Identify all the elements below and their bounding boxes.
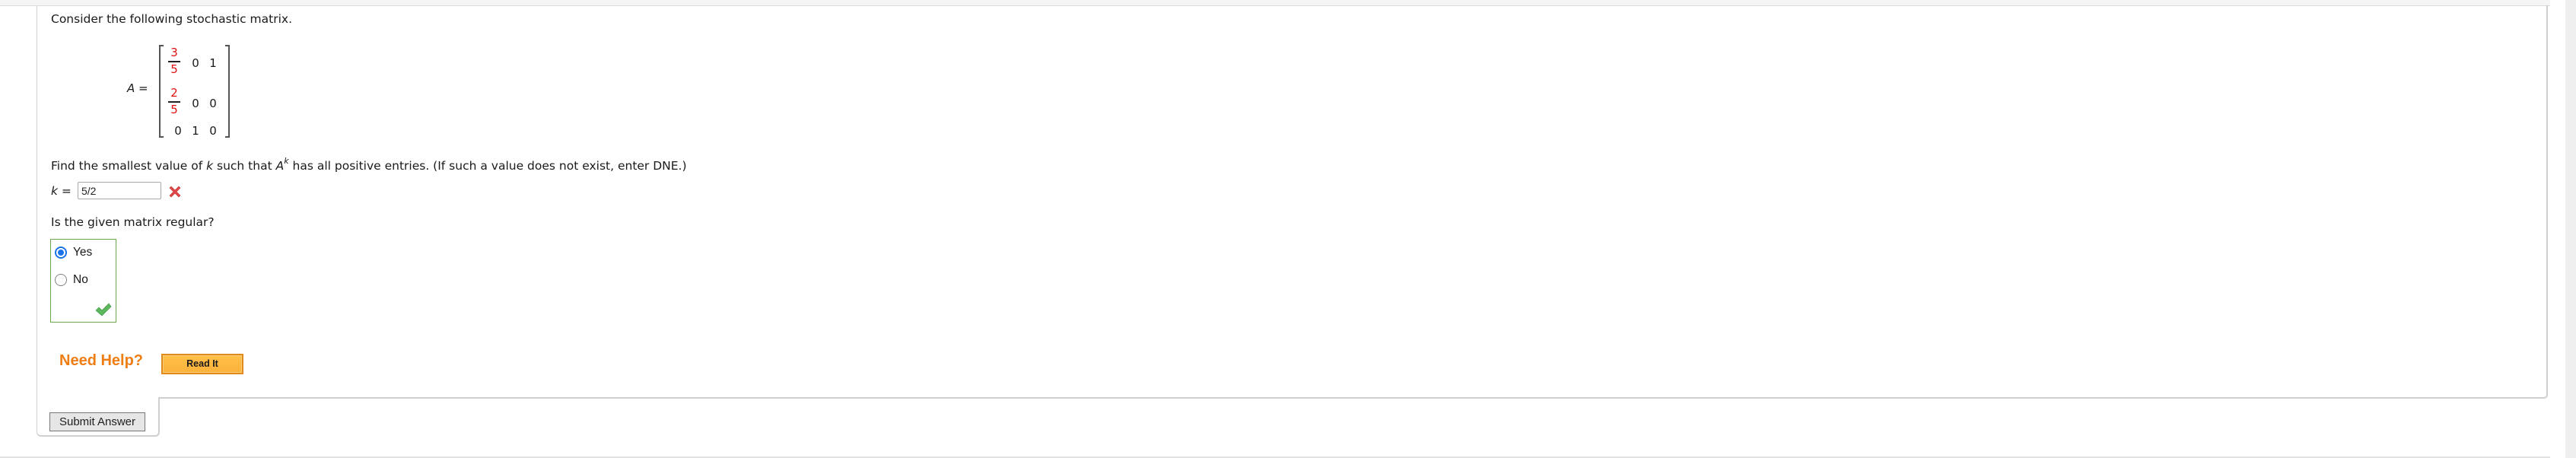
option-yes[interactable]: Yes	[55, 245, 108, 260]
matrix-cell-r2c2: 0	[192, 97, 199, 110]
prompt-text: Find the smallest value of	[51, 159, 207, 173]
read-it-button[interactable]: Read It	[161, 354, 243, 374]
equals-sign: =	[57, 184, 72, 198]
matrix-name: A	[127, 81, 135, 95]
question-panel	[37, 5, 2548, 399]
scroll-gutter	[2565, 0, 2576, 458]
radio-no[interactable]	[55, 274, 67, 286]
fraction-denominator: 5	[170, 102, 178, 116]
need-help-label: Need Help?	[59, 352, 144, 369]
radio-yes[interactable]	[55, 246, 67, 259]
matrix-cell-r2c3: 0	[209, 97, 217, 110]
matrix-left-bracket	[159, 45, 164, 138]
matrix-cell-r1c3: 1	[209, 56, 217, 70]
fraction-numerator: 2	[170, 86, 178, 100]
fraction-denominator: 5	[170, 62, 178, 76]
prompt-text: such that	[213, 159, 276, 173]
part2-prompt: Is the given matrix regular?	[51, 215, 215, 229]
var-A: A	[275, 159, 285, 173]
x-mark-icon	[169, 186, 181, 198]
answer-label: k =	[51, 184, 72, 198]
matrix-label: A =	[127, 81, 148, 95]
matrix-cell-r3c1: 0	[174, 124, 182, 138]
option-no-label: No	[73, 273, 88, 286]
matrix-cell-r1c1: 3 5	[168, 46, 180, 77]
var-k: k	[206, 159, 214, 173]
option-yes-label: Yes	[73, 246, 93, 259]
part1-prompt: Find the smallest value of k such that A…	[51, 156, 687, 173]
check-mark-icon	[95, 303, 112, 316]
submit-answer-button[interactable]: Submit Answer	[49, 412, 145, 431]
matrix-cell-r2c1: 2 5	[168, 86, 180, 117]
matrix-cell-r1c2: 0	[192, 56, 199, 70]
equals-sign: =	[138, 81, 148, 95]
question-intro: Consider the following stochastic matrix…	[51, 12, 293, 26]
matrix-cell-r3c2: 1	[192, 124, 199, 138]
exponent-k: k	[284, 156, 289, 166]
var-k: k	[51, 184, 58, 198]
prompt-text: has all positive entries. (If such a val…	[288, 159, 687, 173]
k-answer-input[interactable]	[78, 182, 161, 199]
option-no[interactable]: No	[55, 272, 108, 288]
matrix-cell-r3c3: 0	[209, 124, 217, 138]
fraction-numerator: 3	[170, 46, 178, 59]
matrix-right-bracket	[225, 45, 230, 138]
